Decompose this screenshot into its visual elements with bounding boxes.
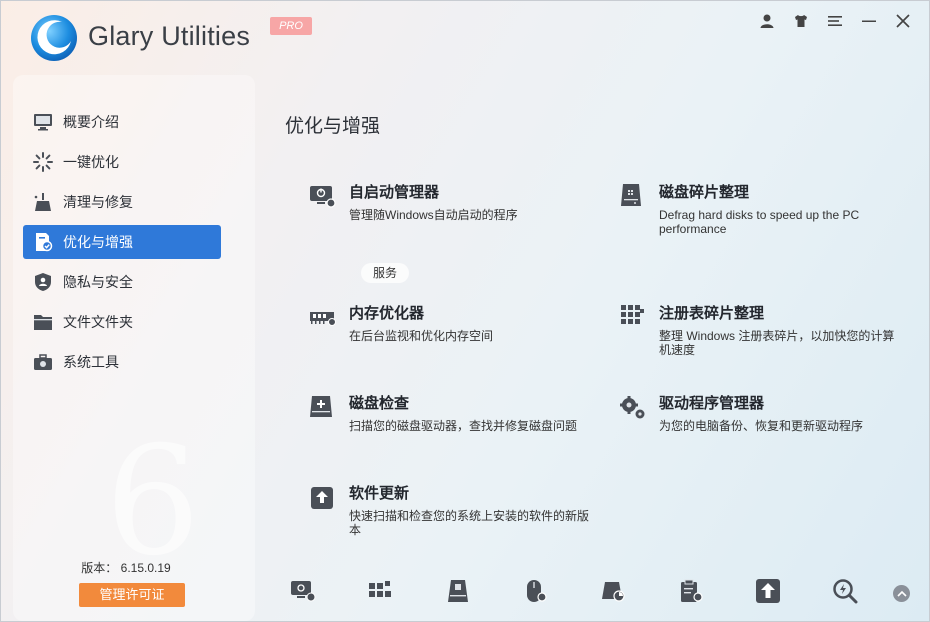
sidebar-item-label: 清理与修复 bbox=[63, 194, 133, 210]
disk-check-icon bbox=[310, 396, 332, 417]
disk-cleaner-icon[interactable] bbox=[444, 577, 472, 605]
feature-title: 注册表碎片整理 bbox=[659, 305, 765, 322]
shield-icon bbox=[33, 272, 53, 292]
sidebar-item-overview[interactable]: 概要介绍 bbox=[23, 105, 221, 139]
feature-registry-defrag[interactable]: 注册表碎片整理 整理 Windows 注册表碎片，以加快您的计算机速度 bbox=[619, 302, 899, 357]
menu-icon[interactable] bbox=[825, 11, 845, 31]
manage-license-button[interactable]: 管理许可证 bbox=[79, 583, 185, 607]
driver-gear-icon bbox=[620, 396, 645, 419]
folder-icon bbox=[33, 312, 53, 332]
chevron-up-icon bbox=[896, 590, 907, 597]
pro-badge: PRO bbox=[270, 17, 312, 35]
upload-icon[interactable] bbox=[754, 577, 782, 605]
sidebar-item-optimize[interactable]: 优化与增强 bbox=[23, 225, 221, 259]
feature-title: 自启动管理器 bbox=[349, 184, 440, 201]
feature-disk-defrag[interactable]: 磁盘碎片整理 Defrag hard disks to speed up the… bbox=[619, 181, 899, 236]
feature-desc: 在后台监视和优化内存空间 bbox=[349, 329, 494, 343]
feature-desc: 为您的电脑备份、恢复和更新驱动程序 bbox=[659, 419, 864, 433]
broom-icon bbox=[33, 192, 53, 212]
startup-manager-icon bbox=[310, 186, 336, 208]
toolbox-icon bbox=[33, 352, 53, 372]
sidebar-item-privacy[interactable]: 隐私与安全 bbox=[23, 265, 221, 299]
registry-blocks-icon[interactable] bbox=[366, 577, 394, 605]
disk-analysis-icon[interactable] bbox=[599, 577, 627, 605]
quick-toolbar bbox=[289, 577, 889, 607]
feature-desc: 管理随Windows自动启动的程序 bbox=[349, 208, 518, 222]
feature-desc: Defrag hard disks to speed up the PC per… bbox=[659, 208, 860, 236]
close-icon[interactable] bbox=[893, 11, 913, 31]
sidebar-item-label: 系统工具 bbox=[63, 354, 119, 370]
user-icon[interactable] bbox=[757, 11, 777, 31]
mouse-settings-icon[interactable] bbox=[522, 577, 550, 605]
sidebar-item-label: 一键优化 bbox=[63, 154, 119, 170]
feature-title: 软件更新 bbox=[349, 485, 410, 502]
feature-title: 驱动程序管理器 bbox=[659, 395, 765, 412]
title-bar: Glary Utilities PRO bbox=[1, 1, 930, 73]
speed-doc-icon bbox=[33, 232, 53, 252]
sidebar-item-label: 文件文件夹 bbox=[63, 314, 133, 330]
app-title: Glary Utilities bbox=[88, 21, 251, 51]
feature-desc: 扫描您的磁盘驱动器，查找并修复磁盘问题 bbox=[349, 419, 578, 433]
app-window: Glary Utilities PRO 6 概要介绍 一键优化 清理与修复 优化… bbox=[0, 0, 930, 622]
feature-startup-manager[interactable]: 自启动管理器 管理随Windows自动启动的程序 bbox=[309, 181, 589, 222]
sidebar-nav: 概要介绍 一键优化 清理与修复 优化与增强 隐私与安全 文件文件夹 系统工具 bbox=[23, 105, 221, 385]
version-info: 版本： 6.15.0.19 bbox=[13, 559, 239, 576]
sidebar-item-label: 隐私与安全 bbox=[63, 274, 133, 290]
feature-title: 磁盘碎片整理 bbox=[659, 184, 750, 201]
sidebar-item-label: 概要介绍 bbox=[63, 114, 119, 130]
skin-icon[interactable] bbox=[791, 11, 811, 31]
minimize-icon[interactable] bbox=[859, 11, 879, 31]
feature-desc: 整理 Windows 注册表碎片，以加快您的计算机速度 bbox=[659, 329, 895, 357]
memory-icon bbox=[310, 312, 336, 326]
sidebar-item-cleanup[interactable]: 清理与修复 bbox=[23, 185, 221, 219]
search-zoom-icon[interactable] bbox=[831, 577, 859, 605]
sidebar-item-files[interactable]: 文件文件夹 bbox=[23, 305, 221, 339]
monitor-icon bbox=[33, 112, 53, 132]
feature-desc: 快速扫描和检查您的系统上安装的软件的新版本 bbox=[349, 509, 590, 537]
feature-disk-check[interactable]: 磁盘检查 扫描您的磁盘驱动器，查找并修复磁盘问题 bbox=[309, 392, 589, 433]
clipboard-settings-icon[interactable] bbox=[677, 577, 705, 605]
feature-driver-manager[interactable]: 驱动程序管理器 为您的电脑备份、恢复和更新驱动程序 bbox=[619, 392, 899, 433]
software-update-icon bbox=[311, 487, 333, 509]
scroll-up-button[interactable] bbox=[893, 585, 910, 602]
page-title: 优化与增强 bbox=[285, 116, 381, 137]
sidebar: 6 概要介绍 一键优化 清理与修复 优化与增强 隐私与安全 文件文件夹 系统工具… bbox=[13, 75, 255, 621]
sidebar-item-system-tools[interactable]: 系统工具 bbox=[23, 345, 221, 379]
version-number: 6.15.0.19 bbox=[120, 561, 171, 575]
feature-software-update[interactable]: 软件更新 快速扫描和检查您的系统上安装的软件的新版本 bbox=[309, 482, 589, 537]
disk-defrag-icon bbox=[621, 184, 641, 206]
sidebar-item-label: 优化与增强 bbox=[63, 234, 133, 250]
feature-title: 磁盘检查 bbox=[349, 395, 410, 412]
glary-logo-icon bbox=[31, 15, 77, 61]
feature-memory-optimizer[interactable]: 内存优化器 在后台监视和优化内存空间 bbox=[309, 302, 589, 343]
services-tag: 服务 bbox=[361, 263, 410, 283]
version-label: 版本： bbox=[81, 561, 118, 575]
window-controls bbox=[757, 11, 913, 31]
sidebar-item-1-click[interactable]: 一键优化 bbox=[23, 145, 221, 179]
registry-defrag-icon bbox=[621, 305, 644, 324]
spinner-icon bbox=[33, 152, 53, 172]
startup-manager-icon[interactable] bbox=[289, 577, 317, 605]
feature-title: 内存优化器 bbox=[349, 305, 425, 322]
